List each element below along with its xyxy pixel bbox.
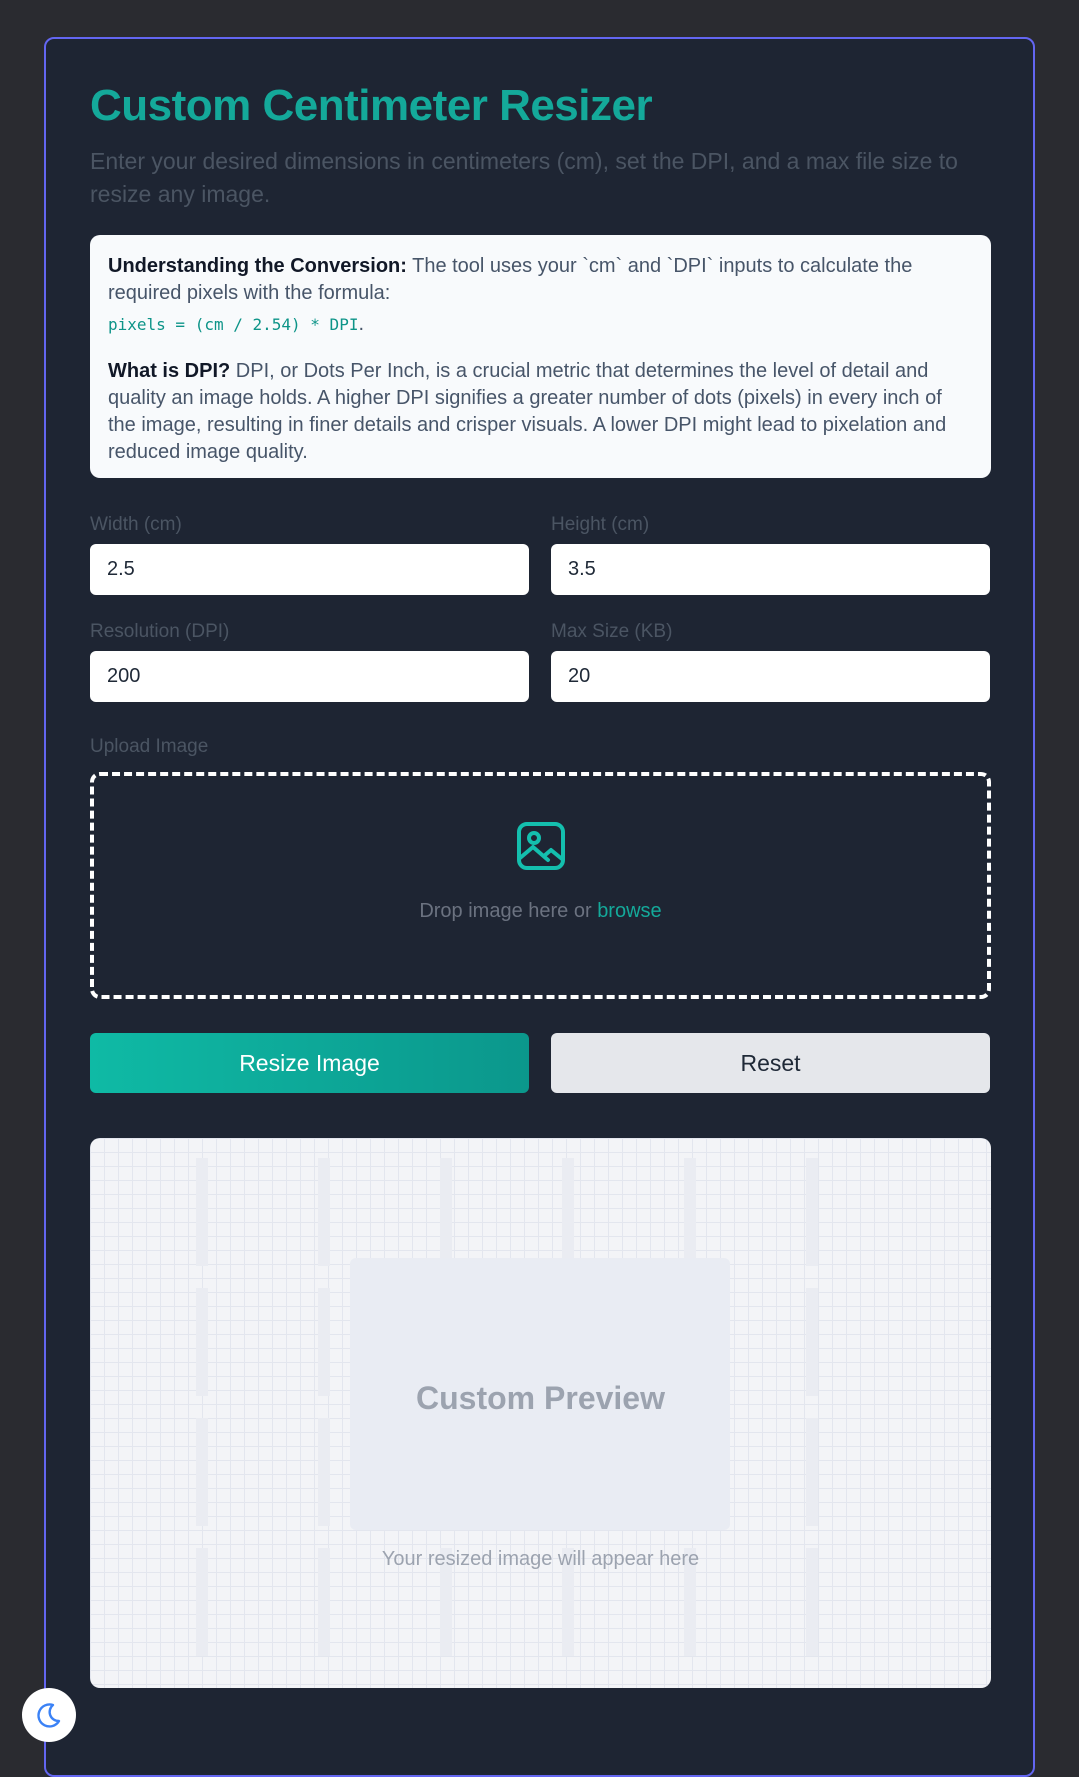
info-box: Understanding the Conversion: The tool u… [90,235,991,478]
resizer-card: Custom Centimeter Resizer Enter your des… [44,37,1035,1777]
max-size-field: Max Size (KB) [551,621,990,702]
dropzone-text: Drop image here or browse [94,900,987,923]
dimension-form: Width (cm) Height (cm) Resolution (DPI) … [90,514,991,702]
conversion-paragraph: Understanding the Conversion: The tool u… [108,253,973,338]
dpi-input[interactable] [90,651,529,702]
upload-label: Upload Image [90,736,209,757]
formula-end: . [358,313,365,335]
dpi-field: Resolution (DPI) [90,621,529,702]
page-title: Custom Centimeter Resizer [90,81,653,130]
upload-dropzone[interactable]: Drop image here or browse [90,772,991,999]
height-input[interactable] [551,544,990,595]
card-content: Custom Centimeter Resizer Enter your des… [90,79,991,1688]
dpi-paragraph: What is DPI? DPI, or Dots Per Inch, is a… [108,358,973,466]
drop-text: Drop image here or [419,900,598,922]
dpi-label: Resolution (DPI) [90,621,230,642]
browse-link[interactable]: browse [597,900,661,922]
formula: pixels = (cm / 2.54) * DPI [108,315,359,334]
width-input[interactable] [90,544,529,595]
width-label: Width (cm) [90,514,182,535]
preview-subtitle: Your resized image will appear here [381,1548,700,1570]
height-label: Height (cm) [551,514,650,535]
height-field: Height (cm) [551,514,990,595]
reset-button[interactable]: Reset [551,1033,990,1093]
action-buttons: Resize Image Reset [90,1033,991,1093]
max-size-input[interactable] [551,651,990,702]
preview-title: Custom Preview [416,1380,665,1416]
dpi-text: DPI, or Dots Per Inch, is a crucial metr… [108,360,947,463]
moon-icon [37,1703,61,1728]
preview-area: Custom Preview Your resized image will a… [90,1138,991,1688]
image-icon [517,822,565,870]
max-size-label: Max Size (KB) [551,621,673,642]
resize-button[interactable]: Resize Image [90,1033,529,1093]
page-subtitle: Enter your desired dimensions in centime… [90,148,958,207]
dpi-heading: What is DPI? [108,360,231,382]
width-field: Width (cm) [90,514,529,595]
conversion-heading: Understanding the Conversion: [108,255,407,277]
theme-toggle-button[interactable] [22,1688,76,1742]
